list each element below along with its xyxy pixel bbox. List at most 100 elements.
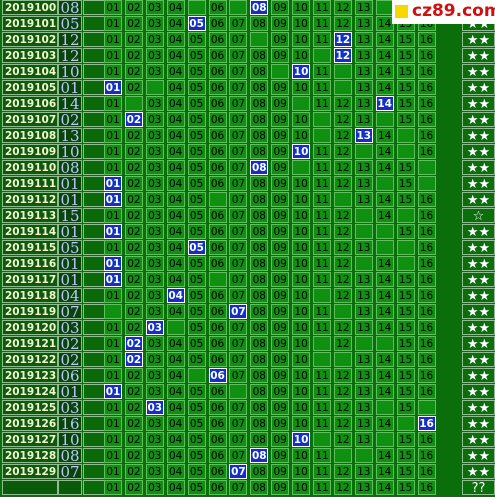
drawn-number: 03: [58, 400, 82, 416]
number-cell: 13: [354, 464, 373, 479]
number-cell: 02: [124, 32, 143, 47]
number-cell: 07: [229, 480, 248, 495]
number-cell: 12: [333, 240, 352, 255]
number-cell: 07: [229, 288, 248, 303]
number-cell: 09: [271, 112, 290, 127]
number-cell: 06: [208, 480, 227, 495]
number-cell: 03: [145, 160, 164, 175]
number-cell: 07: [229, 96, 248, 111]
number-cell: 08: [250, 320, 269, 335]
number-cell: 07: [229, 352, 248, 367]
number-cell: 01: [104, 240, 122, 255]
number-cell: 03: [145, 240, 164, 255]
number-cell: 09: [271, 432, 290, 447]
number-cell: 11: [313, 384, 331, 399]
number-cell: 12: [333, 368, 352, 383]
number-cell: 06: [208, 176, 227, 191]
draw-row: 2019129 07 01 02 03 04 05 06 07 08 09 10 11 12 13 14 15 1…: [0, 464, 495, 480]
number-cell: 14: [375, 304, 394, 319]
draw-row: 2019105 01 01 02 04 05 06 07 08 09 10 11 13 14 15 16 ★★: [0, 80, 495, 96]
number-cell: 16: [417, 256, 436, 271]
number-cell: 15: [396, 176, 415, 191]
number-cell: 05: [187, 48, 206, 63]
number-cell: 02: [124, 464, 143, 479]
number-cell: [396, 240, 415, 255]
period-number: 2019120: [2, 320, 58, 335]
number-cell: 15: [396, 448, 415, 463]
number-cell: 05: [187, 320, 206, 335]
number-cell: 02: [124, 144, 143, 159]
number-cell: [313, 432, 331, 447]
number-cell: 07: [229, 256, 248, 271]
number-cell: 04: [166, 80, 185, 95]
number-cell: 07: [229, 144, 248, 159]
number-cell: 07: [229, 160, 248, 175]
number-cell: 11: [313, 192, 331, 207]
number-cell: 07: [229, 320, 248, 335]
number-cell: 13: [354, 48, 373, 63]
number-cell: 16: [417, 304, 436, 319]
number-cell: 08: [250, 304, 269, 319]
hit-stars-icon: ★★: [462, 336, 495, 352]
drawn-number: 05: [58, 16, 82, 32]
number-cell: 03: [145, 272, 164, 287]
number-cell: 08: [250, 80, 269, 95]
number-cell: 09: [271, 48, 290, 63]
number-cell: 14: [375, 352, 394, 367]
drawn-number: 01: [58, 272, 82, 288]
number-cell: 13: [354, 160, 373, 175]
prediction-row: 01 02 03 04 05 06 07 08 09 10 11 12 13 14 15 16??: [0, 480, 495, 496]
number-cell: 02: [124, 208, 143, 223]
number-cell: 07: [229, 16, 248, 31]
number-cell: 13: [354, 400, 373, 415]
number-cell: 09: [271, 240, 290, 255]
number-cell: 01: [104, 288, 122, 303]
number-cell: 16: [417, 288, 436, 303]
number-cell: 06: [208, 64, 227, 79]
number-cell: 10: [292, 448, 311, 463]
hit-stars-icon: ★★: [462, 32, 495, 48]
number-cell: 10: [292, 384, 311, 399]
number-cell: 03: [145, 16, 164, 31]
draw-row: 2019114 01 01 02 03 04 05 06 07 08 09 10 11 12 15 16 ★★: [0, 224, 495, 240]
number-cell: 15: [396, 160, 415, 175]
site-logo[interactable]: cz89.com: [392, 0, 495, 24]
number-cell: 08: [250, 208, 269, 223]
number-cell: 10: [292, 416, 311, 431]
number-cell: 04: [166, 144, 185, 159]
number-cell: 12: [333, 416, 352, 431]
drawn-number: 08: [58, 448, 82, 464]
number-cell: 05: [187, 272, 206, 287]
number-cell: 06: [208, 160, 227, 175]
hit-number-cell: 13: [354, 128, 373, 143]
number-cell: 11: [313, 256, 331, 271]
number-cell: 13: [354, 416, 373, 431]
draw-row: 2019116 01 01 02 03 04 05 06 07 08 09 10 11 12 14 16 ★★: [0, 256, 495, 272]
draw-row: 2019112 01 01 02 03 04 05 07 08 09 10 11 13 14 15 16 ★★: [0, 192, 495, 208]
number-cell: 09: [271, 272, 290, 287]
number-cell: 09: [271, 304, 290, 319]
number-cell: [396, 208, 415, 223]
number-cell: 09: [271, 16, 290, 31]
number-cell: 10: [292, 192, 311, 207]
number-cell: 16: [417, 448, 436, 463]
number-cell: 03: [145, 416, 164, 431]
number-cell: 06: [208, 288, 227, 303]
number-cell: 12: [333, 480, 352, 495]
hit-stars-icon: ★★: [462, 240, 495, 256]
hit-stars-icon: ★★: [462, 288, 495, 304]
number-cell: 03: [145, 288, 164, 303]
number-cell: 07: [229, 176, 248, 191]
number-cell: 09: [271, 208, 290, 223]
number-cell: [187, 368, 206, 383]
number-cell: 03: [145, 48, 164, 63]
number-cell: 10: [292, 352, 311, 367]
number-cell: 09: [271, 32, 290, 47]
hit-stars-icon: ★★: [462, 384, 495, 400]
draw-row: 2019111 01 01 02 03 04 05 06 07 08 09 10 11 12 13 15 ★★: [0, 176, 495, 192]
number-cell: 11: [313, 320, 331, 335]
number-cell: 06: [208, 128, 227, 143]
number-cell: 10: [292, 32, 311, 47]
number-cell: 08: [250, 336, 269, 351]
number-cell: 12: [333, 0, 352, 15]
